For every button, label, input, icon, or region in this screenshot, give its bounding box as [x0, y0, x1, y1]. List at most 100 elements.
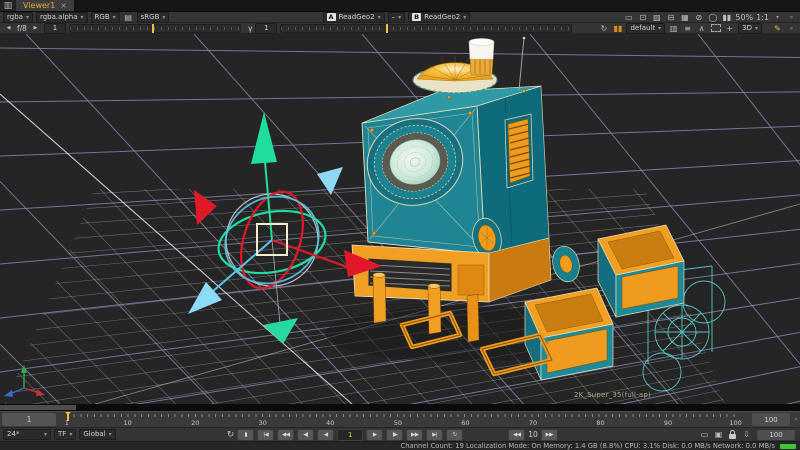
cliptest-icon[interactable]: ◯ [707, 13, 718, 22]
play-backward-fast-button[interactable]: ◀◀ [277, 428, 295, 441]
gizmo-y-axis[interactable] [264, 161, 273, 241]
range-start-field[interactable]: 1 [2, 413, 56, 426]
nuke-viewer-window: { "tab_bar": { "pane_icon_glyph": "▥", "… [0, 0, 800, 450]
robot-antenna [518, 36, 526, 91]
decrement-frame-button[interactable]: ◀◀ [508, 428, 526, 441]
refresh-icon[interactable]: ↻ [598, 24, 609, 33]
display-monitor-icon[interactable]: ⊟ [665, 13, 676, 22]
timeline-edge-icon[interactable]: » [792, 412, 800, 427]
pause-render-icon[interactable]: ▮▮ [612, 24, 623, 33]
display-style-dropdown[interactable]: RGB ▾ [90, 11, 120, 23]
play-forward-fast-button[interactable]: ▶▶ [406, 428, 424, 441]
gain-slider-handle[interactable] [151, 23, 154, 33]
timeline-tick-label: 60 [461, 419, 470, 427]
wipe-icon[interactable]: ∧ [696, 24, 707, 33]
clip-warning-icon[interactable]: ⊘ [693, 13, 704, 22]
chevron-down-icon: ▾ [108, 431, 112, 438]
viewer-toolbar-top: rgba ▾ rgba.alpha ▾ RGB ▾ ▤ sRGB ▾ A ReadGeo… [0, 11, 800, 23]
input-a-dropdown[interactable]: A ReadGeo2 ▾ [322, 11, 385, 23]
frame-increment-value[interactable]: 10 [528, 430, 538, 439]
alpha-channel-dropdown[interactable]: rgba.alpha ▾ [35, 11, 88, 23]
display-style-icon[interactable]: ▤ [123, 13, 134, 22]
input-b-badge: B [412, 13, 422, 21]
tab-viewer1[interactable]: Viewer1 × [16, 0, 75, 11]
current-frame-field[interactable]: 1 [337, 428, 364, 441]
collapse-toolbar-icon[interactable]: » [786, 24, 797, 33]
gain-step-up-icon[interactable]: ▶ [30, 24, 41, 33]
ab-blend-dropdown[interactable]: – ▾ [387, 11, 406, 23]
range-end-field[interactable]: 100 [752, 413, 790, 426]
play-backward-button[interactable]: ◀ [317, 428, 335, 441]
timeline-tick-label: 30 [258, 419, 267, 427]
step-forward-button[interactable]: |▶ [386, 428, 404, 441]
pause-display-icon[interactable]: ▮▮ [721, 13, 732, 22]
gain-value-field[interactable]: 1 [43, 22, 66, 34]
chevron-down-icon: ▾ [69, 431, 73, 438]
close-icon[interactable]: × [60, 1, 67, 10]
view-mode-dropdown[interactable]: 3D ▾ [738, 22, 762, 34]
collapse-toolbar-icon[interactable]: » [786, 13, 797, 22]
float-window-icon[interactable]: ⊡ [637, 13, 648, 22]
robot-model[interactable] [351, 36, 726, 392]
gamma-label: γ [247, 23, 253, 33]
monitor-output-icon[interactable]: ▭ [623, 13, 634, 22]
stop-button[interactable]: ▮ [237, 428, 255, 441]
gizmo-y-arrowhead[interactable] [251, 112, 277, 164]
viewer-lut-dropdown[interactable]: sRGB ▾ [136, 11, 170, 23]
overlay-menu-icon[interactable]: ≡ [682, 24, 693, 33]
checkerboard-icon[interactable]: ▨ [651, 13, 662, 22]
downrez-icon[interactable]: ▥ [668, 24, 679, 33]
chevron-down-icon: ▾ [43, 431, 47, 438]
status-text: Channel Count: 19 Localization Mode: On … [400, 442, 776, 450]
gamma-slider[interactable] [280, 23, 573, 33]
roi-box-icon[interactable] [710, 24, 721, 33]
loop-mode-icon[interactable]: ↻ [227, 430, 235, 440]
timeline-ruler[interactable]: 1 10 20 30 40 50 60 70 80 90 100 [60, 412, 748, 427]
chevron-down-icon: ▾ [658, 24, 662, 32]
chevron-down-icon: ▾ [112, 13, 116, 21]
fps-dropdown[interactable]: 24* ▾ [3, 429, 51, 440]
frame-range-mode-dropdown[interactable]: Global ▾ [79, 429, 116, 440]
pane-menu-icon[interactable]: ▥ [0, 0, 16, 11]
edit-overlay-icon[interactable]: ✎ [772, 24, 783, 33]
selection-mode-icon[interactable]: + [724, 24, 735, 33]
gain-label: f/8 [17, 23, 27, 33]
gain-step-down-icon[interactable]: ◀ [3, 24, 14, 33]
increment-frame-button[interactable]: ▶▶ [540, 428, 558, 441]
zoom-level-value[interactable]: 50% [735, 13, 753, 22]
chevron-down-icon: ▾ [25, 13, 29, 21]
playback-cache-dropdown[interactable]: default ▾ [626, 22, 666, 34]
step-back-button[interactable]: ◀| [297, 428, 315, 441]
save-range-icon[interactable]: ⇩ [741, 430, 752, 439]
timeline-tick-label: 40 [326, 419, 335, 427]
play-forward-button[interactable]: ▶ [366, 428, 384, 441]
playback-end-field[interactable]: 100 [757, 429, 795, 440]
gizmo-z-plane-handle[interactable] [317, 167, 343, 195]
transform-gizmo[interactable] [188, 112, 382, 344]
tab-bar: ▥ Viewer1 × [0, 0, 800, 12]
chevron-down-icon: ▾ [398, 13, 402, 21]
tf-dropdown[interactable]: TF ▾ [54, 429, 77, 440]
loop-button[interactable]: ↻ [446, 428, 464, 441]
layer-dropdown[interactable]: rgba ▾ [3, 11, 33, 23]
gamma-slider-handle[interactable] [385, 23, 388, 33]
gizmo-x-plane-handle[interactable] [194, 190, 217, 225]
goto-start-button[interactable]: |◀ [257, 428, 275, 441]
timeline-tick-label: 1 [64, 419, 69, 427]
goto-end-button[interactable]: ▶| [426, 428, 444, 441]
proxy-ratio-value[interactable]: 1:1 [756, 13, 769, 22]
chevron-down-icon[interactable]: ▾ [772, 13, 783, 22]
gamma-value-field[interactable]: 1 [255, 22, 278, 34]
render-range-icon[interactable]: ▣ [713, 430, 724, 439]
viewer-toolbar-exposure: ◀ f/8 ▶ 1 γ 1 ↻ ▮▮ default ▾ ▥ ≡ ∧ + 3D ▾ … [0, 22, 800, 34]
viewport-3d[interactable]: 2K_Super_35(full-ap) [0, 34, 800, 404]
status-bar: Channel Count: 19 Localization Mode: On … [0, 441, 800, 450]
lock-range-icon[interactable] [727, 429, 738, 439]
gain-slider[interactable] [68, 23, 241, 33]
input-b-dropdown[interactable]: B ReadGeo2 ▾ [408, 11, 471, 23]
scene-canvas [0, 34, 800, 404]
gain-display-icon[interactable]: ▦ [679, 13, 690, 22]
flipbook-icon[interactable]: ▭ [699, 430, 710, 439]
timeline-tick-label: 50 [393, 419, 402, 427]
health-indicator [780, 443, 796, 449]
